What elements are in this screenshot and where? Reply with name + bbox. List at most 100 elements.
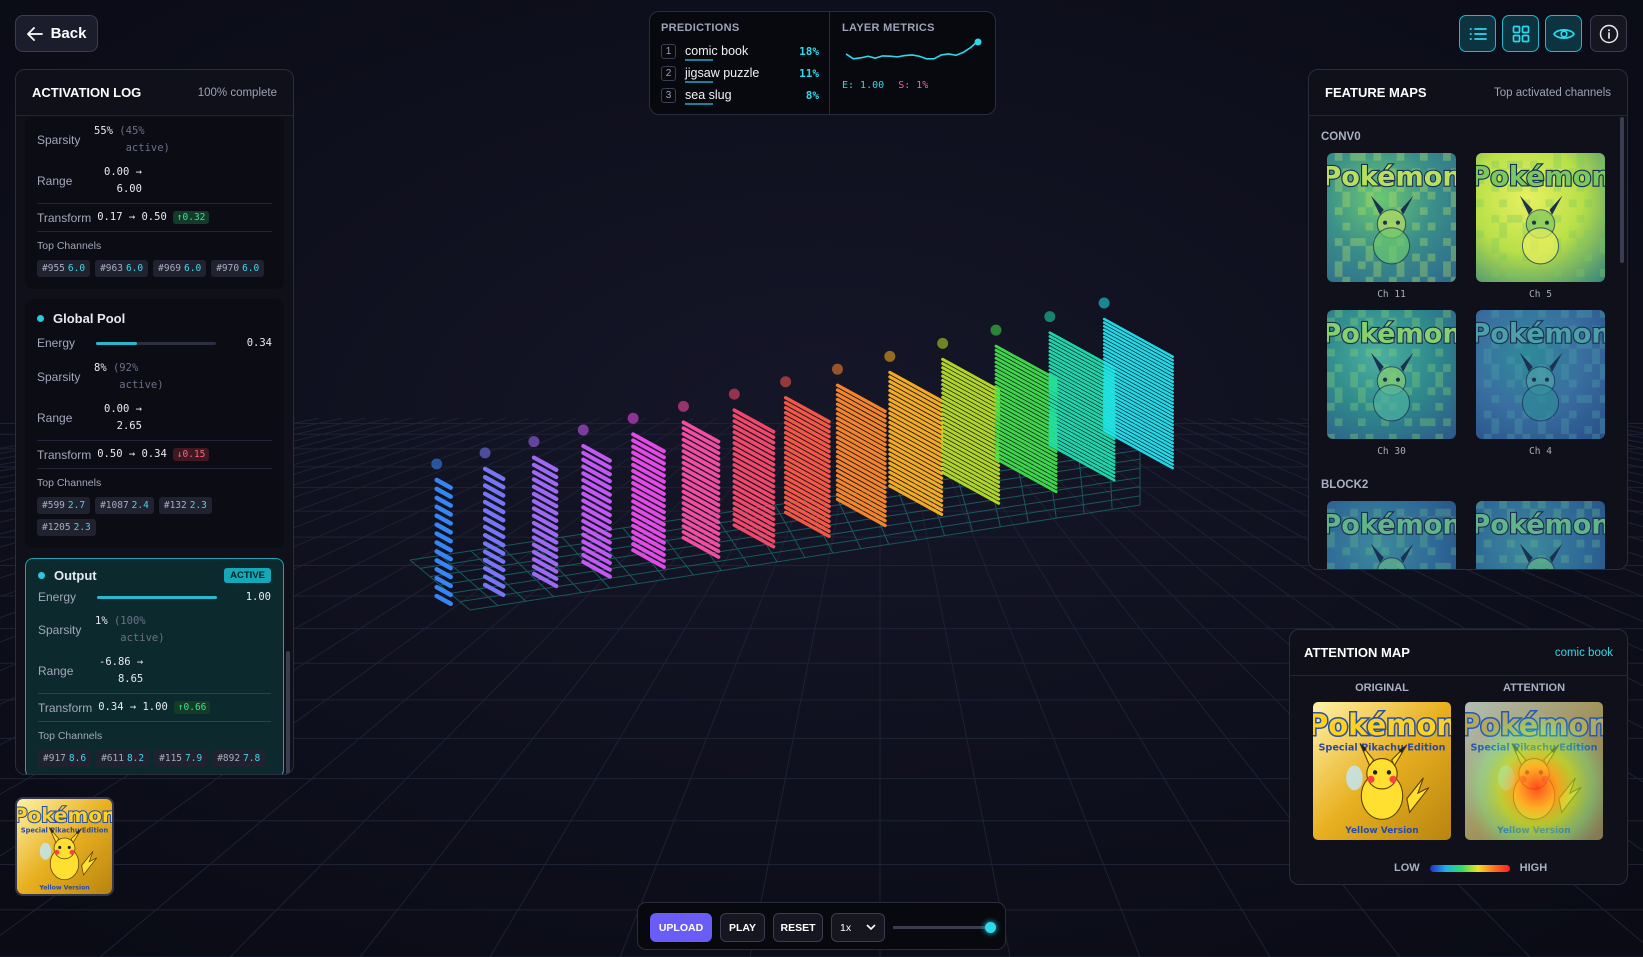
- feature-maps-title: FEATURE MAPS: [1325, 85, 1427, 100]
- layer-node[interactable]: [627, 412, 639, 424]
- original-column: ORIGINAL Pokémon Special Pikachu Edition Y…: [1313, 682, 1451, 840]
- layer-node[interactable]: [677, 400, 689, 412]
- log-section-global-pool[interactable]: Global Pool Energy 0.34 Sparsity 8% (92%…: [25, 299, 284, 548]
- grid-view-button[interactable]: [1502, 15, 1539, 52]
- active-badge: ACTIVE: [224, 568, 271, 583]
- original-image: PokémonSpecial Pikachu Edition Yellow Ver…: [1313, 702, 1451, 840]
- channel-chip[interactable]: #132 2.3: [158, 497, 212, 514]
- log-section-previous[interactable]: Sparsity 55% (45% active) Range 0.00 → 6…: [25, 117, 284, 289]
- list-view-button[interactable]: [1459, 15, 1496, 52]
- feature-map-cell[interactable]: Pokémon Ch 4: [1476, 310, 1605, 467]
- predictions-panel: PREDICTIONS 1 comic book 18% 2 jigsaw puzzl…: [649, 11, 996, 115]
- range-row: Range 0.00 → 6.00: [37, 166, 142, 195]
- slider-knob[interactable]: [985, 922, 996, 933]
- layer-node[interactable]: [528, 436, 540, 448]
- energy-row: Energy 0.34: [37, 336, 272, 350]
- input-image-thumbnail[interactable]: Pokémon Special Pikachu Edition Yellow Ver…: [15, 797, 114, 896]
- delta-badge: ↑0.66: [173, 701, 211, 714]
- channel-chip[interactable]: #611 8.2: [96, 750, 150, 767]
- layer-node[interactable]: [884, 350, 896, 362]
- svg-text:Pokémon: Pokémon: [1313, 708, 1451, 742]
- prediction-item[interactable]: 3 sea slug 8%: [661, 84, 819, 106]
- activation-log-title: ACTIVATION LOG: [32, 85, 142, 100]
- eye-icon: [1552, 28, 1575, 39]
- attention-heat-overlay: [1465, 702, 1603, 840]
- feature-map-cell[interactable]: Pokémon Ch 5: [1476, 153, 1605, 310]
- activation-log-list[interactable]: Sparsity 55% (45% active) Range 0.00 → 6…: [16, 117, 293, 774]
- sparsity-metric: S: 1%: [898, 80, 929, 91]
- feature-maps-panel: FEATURE MAPS Top activated channels CONV…: [1308, 69, 1628, 570]
- back-label: Back: [50, 25, 87, 42]
- feature-group-grid: Pokémon Pokémon: [1327, 501, 1627, 569]
- transform-row: Transform 0.50 → 0.34 ↓0.15: [37, 441, 272, 468]
- top-channels: #955 6.0 #963 6.0 #969 6.0 #970 6.0: [37, 260, 272, 277]
- info-button[interactable]: [1590, 15, 1627, 52]
- layer-node[interactable]: [431, 458, 443, 470]
- visibility-toggle-button[interactable]: [1545, 15, 1582, 52]
- attention-legend: LOW HIGH: [1394, 862, 1548, 874]
- prediction-item[interactable]: 1 comic book 18%: [661, 40, 819, 62]
- layer-slab[interactable]: [681, 420, 721, 559]
- channel-chip[interactable]: #955 6.0: [37, 260, 91, 277]
- log-scrollbar[interactable]: [286, 651, 290, 774]
- input-image: PokémonSpecial Pikachu Edition Yellow Ver…: [17, 799, 112, 894]
- layer-node[interactable]: [1098, 297, 1110, 309]
- delta-badge: ↓0.15: [172, 448, 210, 461]
- energy-bar: [96, 341, 216, 345]
- layer-node[interactable]: [1044, 311, 1056, 323]
- play-button[interactable]: PLAY: [720, 913, 765, 942]
- list-icon: [1469, 27, 1487, 40]
- energy-metric: E: 1.00: [842, 80, 885, 91]
- channel-chip[interactable]: #917 8.6: [38, 750, 92, 767]
- feature-maps-list[interactable]: CONV0 Pokémon Ch 11 Pokémon Ch 5 Pokémon Ch…: [1309, 117, 1627, 569]
- feature-maps-subtitle: Top activated channels: [1494, 86, 1611, 99]
- predictions-title: PREDICTIONS: [661, 22, 740, 34]
- layer-node[interactable]: [479, 447, 491, 459]
- feature-map-cell[interactable]: Pokémon: [1476, 501, 1605, 569]
- layer-node[interactable]: [577, 424, 589, 436]
- log-section-output[interactable]: Output ACTIVE Energy 1.00 Sparsity 1% (10…: [25, 558, 284, 774]
- layer-node[interactable]: [728, 388, 740, 400]
- channel-chip[interactable]: #599 2.7: [37, 497, 91, 514]
- timeline-slider[interactable]: [893, 922, 996, 933]
- channel-chip[interactable]: #1087 2.4: [95, 497, 154, 514]
- channel-chip[interactable]: #1205 2.3: [37, 519, 96, 536]
- speed-select[interactable]: 1x: [831, 913, 885, 942]
- feature-map-image: Pokémon: [1476, 153, 1605, 282]
- attention-map-panel: ATTENTION MAP comic book ORIGINAL Pokémo…: [1289, 629, 1628, 885]
- layer-node[interactable]: [780, 376, 792, 388]
- predictions-column: PREDICTIONS 1 comic book 18% 2 jigsaw puzzl…: [650, 12, 830, 114]
- channel-chip[interactable]: #892 7.8: [212, 750, 266, 767]
- feature-map-cell[interactable]: Pokémon: [1327, 501, 1456, 569]
- energy-row: Energy 1.00: [38, 590, 271, 604]
- feature-maps-scrollbar[interactable]: [1620, 117, 1624, 263]
- svg-text:Pokémon: Pokémon: [1327, 318, 1456, 349]
- color-scale: [1429, 864, 1510, 872]
- channel-chip[interactable]: #970 6.0: [211, 260, 265, 277]
- prediction-item[interactable]: 2 jigsaw puzzle 11%: [661, 62, 819, 84]
- feature-map-image: Pokémon: [1327, 501, 1456, 569]
- channel-chip[interactable]: #115 7.9: [154, 750, 208, 767]
- attention-map-header: ATTENTION MAP comic book: [1290, 630, 1627, 676]
- feature-map-cell[interactable]: Pokémon Ch 11: [1327, 153, 1456, 310]
- svg-text:Special Pikachu Edition: Special Pikachu Edition: [21, 826, 109, 834]
- range-row: Range -6.86 → 8.65: [38, 656, 144, 685]
- feature-map-image: Pokémon: [1476, 310, 1605, 439]
- layer-node[interactable]: [990, 324, 1002, 336]
- back-button[interactable]: Back: [15, 15, 98, 52]
- range-row: Range 0.00 → 2.65: [37, 403, 142, 432]
- upload-button[interactable]: UPLOAD: [650, 913, 712, 942]
- reset-button[interactable]: RESET: [773, 913, 823, 942]
- channel-chip[interactable]: #969 6.0: [153, 260, 207, 277]
- info-icon: [1599, 24, 1618, 43]
- status-dot: [38, 572, 45, 579]
- layer-name: Global Pool: [37, 311, 272, 326]
- playback-controls: UPLOAD PLAY RESET 1x: [637, 902, 1006, 950]
- chevron-down-icon: [866, 924, 876, 931]
- feature-map-cell[interactable]: Pokémon Ch 30: [1327, 310, 1456, 467]
- channel-chip[interactable]: #963 6.0: [95, 260, 149, 277]
- layer-node[interactable]: [937, 337, 949, 349]
- layer-node[interactable]: [831, 363, 843, 375]
- attention-map-title: ATTENTION MAP: [1304, 645, 1410, 660]
- feature-maps-header: FEATURE MAPS Top activated channels: [1309, 70, 1627, 116]
